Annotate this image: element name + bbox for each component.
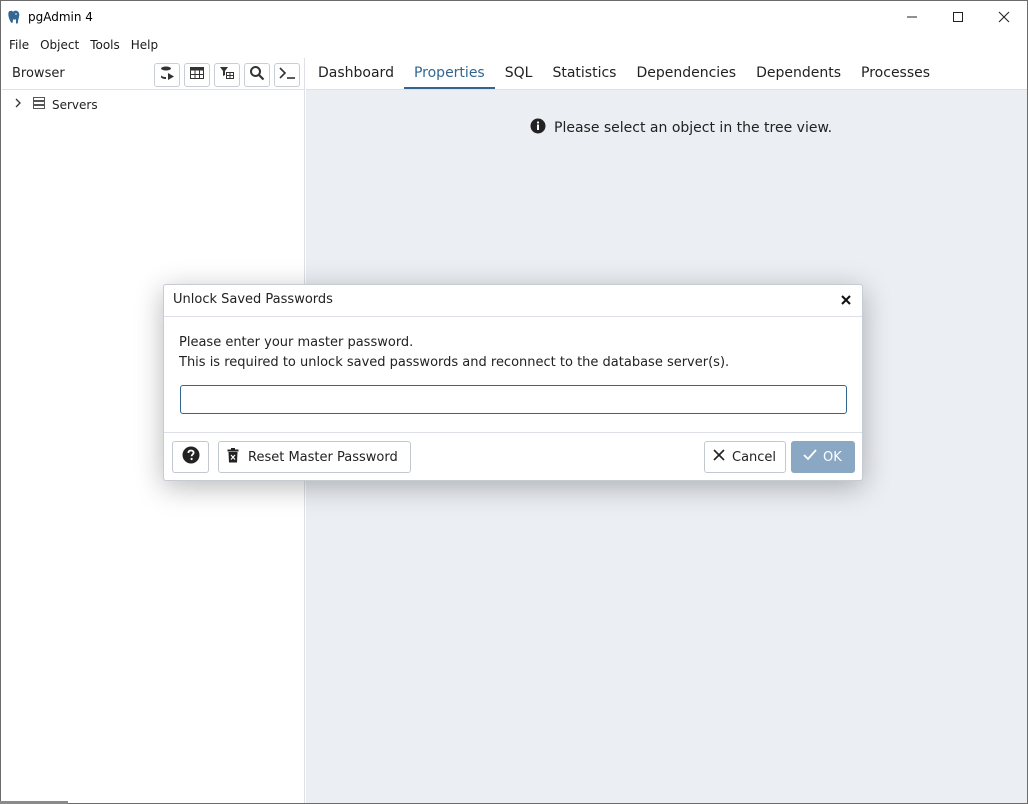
tree-item-label: Servers bbox=[52, 98, 98, 112]
master-password-input[interactable] bbox=[180, 385, 847, 414]
title-bar: pgAdmin 4 bbox=[1, 1, 1027, 34]
dialog-message-line1: Please enter your master password. bbox=[179, 335, 414, 350]
menu-file[interactable]: File bbox=[3, 34, 34, 58]
cancel-button-label: Cancel bbox=[732, 449, 777, 465]
psql-tool-icon bbox=[278, 65, 296, 85]
tree-item-servers[interactable]: Servers bbox=[12, 96, 98, 114]
browser-title: Browser bbox=[12, 66, 65, 81]
ok-button[interactable]: OK bbox=[791, 441, 855, 473]
filtered-rows-button[interactable] bbox=[214, 63, 240, 87]
dialog-message-line2: This is required to unlock saved passwor… bbox=[179, 355, 730, 370]
question-circle-icon bbox=[182, 446, 200, 468]
info-icon bbox=[530, 118, 546, 138]
dialog-header: Unlock Saved Passwords bbox=[164, 285, 862, 317]
tab-dependencies[interactable]: Dependencies bbox=[626, 58, 746, 89]
query-tool-button[interactable] bbox=[154, 63, 180, 87]
check-icon bbox=[803, 449, 817, 465]
view-data-icon bbox=[189, 65, 205, 85]
help-button[interactable] bbox=[172, 441, 209, 473]
minimize-button[interactable] bbox=[889, 1, 935, 33]
tab-sql[interactable]: SQL bbox=[495, 58, 543, 89]
tab-dependents[interactable]: Dependents bbox=[746, 58, 851, 89]
chevron-right-icon[interactable] bbox=[12, 97, 24, 113]
ok-button-label: OK bbox=[823, 449, 842, 465]
main-tabs: Dashboard Properties SQL Statistics Depe… bbox=[306, 58, 1027, 90]
tab-properties[interactable]: Properties bbox=[403, 58, 495, 89]
maximize-button[interactable] bbox=[935, 1, 981, 33]
reset-button-label: Reset Master Password bbox=[248, 449, 398, 465]
window-title: pgAdmin 4 bbox=[28, 10, 93, 24]
filtered-rows-icon bbox=[219, 65, 235, 85]
dialog-body: Please enter your master password. This … bbox=[179, 333, 849, 373]
cancel-button[interactable]: Cancel bbox=[704, 441, 786, 473]
server-group-icon bbox=[32, 96, 46, 114]
tab-statistics[interactable]: Statistics bbox=[542, 58, 626, 89]
tab-dashboard[interactable]: Dashboard bbox=[308, 58, 404, 89]
dialog-footer: Reset Master Password Cancel OK bbox=[164, 432, 862, 481]
dialog-title: Unlock Saved Passwords bbox=[173, 292, 333, 307]
trash-icon bbox=[227, 447, 239, 467]
tab-processes[interactable]: Processes bbox=[851, 58, 940, 89]
menu-tools[interactable]: Tools bbox=[84, 34, 125, 58]
close-icon[interactable] bbox=[838, 292, 854, 308]
unlock-passwords-dialog: Unlock Saved Passwords Please enter your… bbox=[163, 284, 863, 481]
close-icon bbox=[713, 449, 725, 465]
empty-state-text: Please select an object in the tree view… bbox=[554, 120, 833, 136]
search-objects-icon bbox=[249, 65, 265, 85]
query-tool-icon bbox=[159, 65, 175, 85]
psql-tool-button[interactable] bbox=[274, 63, 300, 87]
menu-object[interactable]: Object bbox=[34, 34, 84, 58]
pgadmin-elephant-icon bbox=[7, 9, 21, 25]
search-objects-button[interactable] bbox=[244, 63, 270, 87]
menu-help[interactable]: Help bbox=[125, 34, 163, 58]
browser-header: Browser bbox=[2, 58, 304, 90]
menu-bar: File Object Tools Help bbox=[1, 34, 1027, 58]
view-data-button[interactable] bbox=[184, 63, 210, 87]
reset-master-password-button[interactable]: Reset Master Password bbox=[218, 441, 411, 473]
empty-state-message: Please select an object in the tree view… bbox=[530, 118, 832, 138]
close-window-button[interactable] bbox=[981, 1, 1027, 33]
